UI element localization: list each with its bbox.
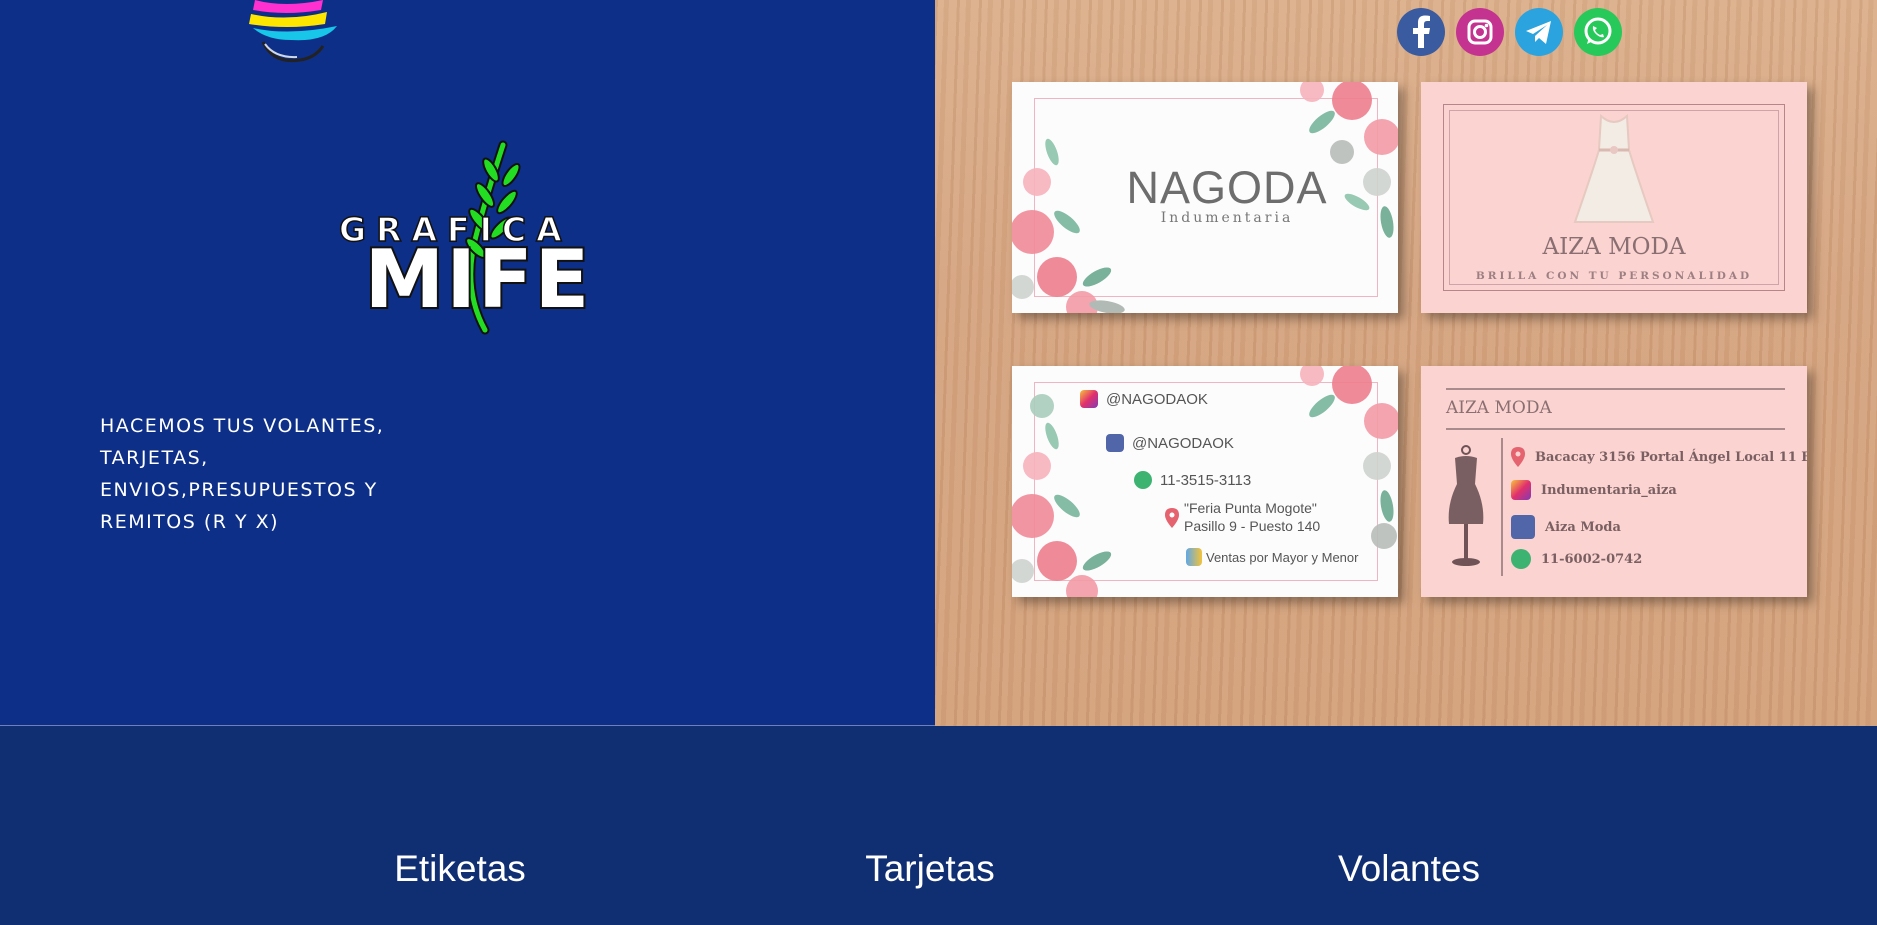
facebook-icon	[1106, 434, 1124, 452]
hero-tagline: HACEMOS TUS VOLANTES, TARJETAS, ENVIOS,P…	[100, 410, 430, 538]
facebook-icon	[1511, 515, 1535, 539]
aiza-phone: 11-6002-0742	[1541, 551, 1643, 567]
nagoda-card-back[interactable]: @NAGODAOK @NAGODAOK 11-3515-3113 "Feria …	[1012, 366, 1398, 597]
printer-emblem-icon	[249, 0, 337, 63]
instagram-icon	[1080, 390, 1098, 408]
aiza-address-row: Bacacay 3156 Portal Ángel Local 11 B	[1511, 446, 1807, 468]
service-tab-tarjetas[interactable]: Tarjetas	[780, 848, 1080, 890]
nagoda-instagram-handle: @NAGODAOK	[1106, 390, 1208, 408]
aiza-instagram-row: Indumentaria_aiza	[1511, 480, 1677, 500]
whatsapp-icon	[1134, 471, 1152, 489]
location-pin-icon	[1165, 508, 1179, 528]
nagoda-facebook-handle: @NAGODAOK	[1132, 434, 1234, 452]
aiza-card-back[interactable]: AIZA MODA Bacacay 3156 Portal Ángel Loca…	[1421, 366, 1807, 597]
nagoda-phone-row: 11-3515-3113	[1134, 471, 1251, 489]
nagoda-address: "Feria Punta Mogote" Pasillo 9 - Puesto …	[1184, 499, 1320, 535]
aiza-facebook: Aiza Moda	[1545, 519, 1621, 535]
tagline-line: HACEMOS TUS VOLANTES,	[100, 415, 385, 437]
hero-left-panel: GRAFICA MIFE HACEMOS TUS VOLANTES, TARJE…	[0, 0, 935, 726]
service-tab-volantes[interactable]: Volantes	[1259, 848, 1559, 890]
divider	[1446, 388, 1785, 390]
nagoda-facebook-row: @NAGODAOK	[1106, 434, 1234, 452]
nagoda-brand: NAGODA	[1126, 162, 1328, 213]
aiza-back-title: AIZA MODA	[1446, 398, 1552, 418]
hero-section: GRAFICA MIFE HACEMOS TUS VOLANTES, TARJE…	[0, 0, 1877, 726]
whatsapp-icon[interactable]	[1574, 8, 1622, 56]
services-footer: Etiketas Tarjetas Volantes	[0, 726, 1877, 925]
aiza-brand: AIZA MODA	[1542, 234, 1686, 260]
tagline-line: ENVIOS,PRESUPUESTOS Y	[100, 479, 378, 501]
aiza-facebook-row: Aiza Moda	[1511, 515, 1621, 539]
facebook-icon[interactable]	[1397, 8, 1445, 56]
social-links	[1397, 8, 1622, 56]
service-tab-etiketas[interactable]: Etiketas	[310, 848, 610, 890]
nagoda-sales-row: Ventas por Mayor y Menor	[1186, 548, 1358, 566]
nagoda-address-line1: "Feria Punta Mogote"	[1184, 500, 1317, 516]
divider	[1446, 428, 1785, 430]
shopping-bag-icon	[1186, 548, 1202, 566]
nagoda-card-front[interactable]: NAGODA Indumentaria	[1012, 82, 1398, 313]
aiza-card-front[interactable]: AIZA MODA BRILLA CON TU PERSONALIDAD	[1421, 82, 1807, 313]
aiza-slogan: BRILLA CON TU PERSONALIDAD	[1475, 270, 1753, 282]
nagoda-address-line2: Pasillo 9 - Puesto 140	[1184, 518, 1321, 534]
aiza-phone-row: 11-6002-0742	[1511, 549, 1642, 569]
mannequin-icon	[1448, 445, 1484, 566]
telegram-icon[interactable]	[1515, 8, 1563, 56]
location-pin-icon	[1511, 447, 1525, 467]
divider	[1501, 438, 1503, 576]
nagoda-instagram-row: @NAGODAOK	[1080, 390, 1208, 408]
nagoda-sales: Ventas por Mayor y Menor	[1206, 549, 1359, 565]
nagoda-subtitle: Indumentaria	[1160, 210, 1294, 226]
whatsapp-icon	[1511, 549, 1531, 569]
dress-icon	[1573, 113, 1655, 223]
grafica-mife-logo[interactable]: GRAFICA MIFE	[335, 140, 605, 340]
tagline-line: REMITOS (R Y X)	[100, 511, 280, 533]
instagram-icon[interactable]	[1456, 8, 1504, 56]
instagram-icon	[1511, 480, 1531, 500]
logo-word-mife: MIFE	[363, 231, 592, 328]
nagoda-phone: 11-3515-3113	[1160, 471, 1252, 489]
aiza-instagram: Indumentaria_aiza	[1541, 482, 1677, 498]
tagline-line: TARJETAS,	[100, 447, 209, 469]
aiza-address: Bacacay 3156 Portal Ángel Local 11 B	[1535, 449, 1807, 465]
